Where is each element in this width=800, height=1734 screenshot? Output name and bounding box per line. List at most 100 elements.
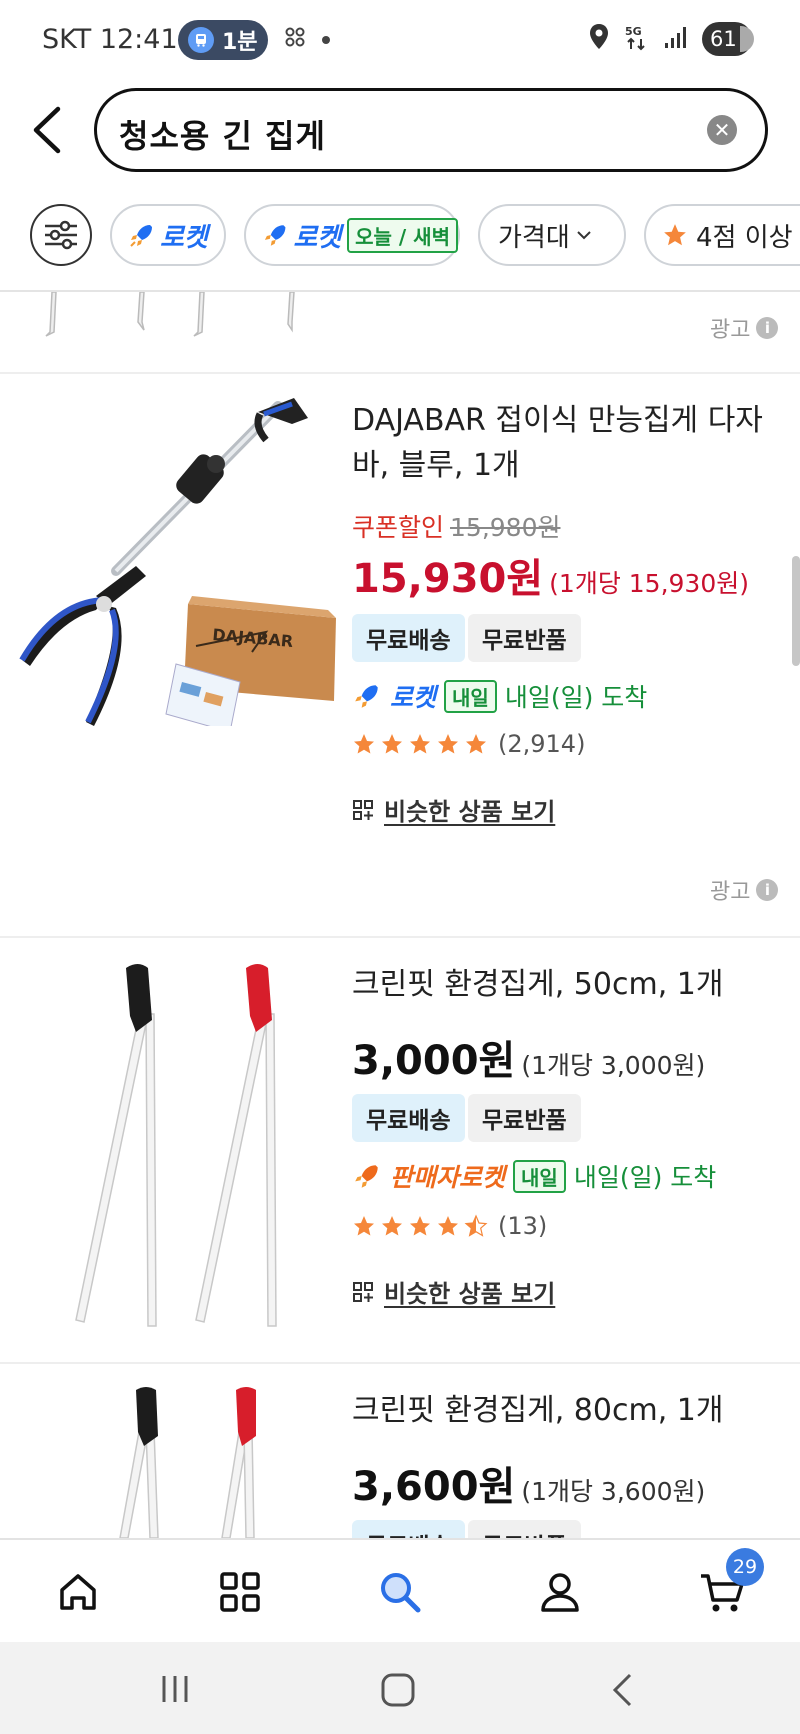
chip-rocket-today[interactable]: 로켓 오늘 / 새벽 xyxy=(244,204,460,266)
similar-products-link[interactable]: 비슷한 상품 보기 xyxy=(352,792,555,827)
nav-cart[interactable]: 29 xyxy=(692,1548,764,1622)
star-icon xyxy=(410,1216,430,1236)
scrollbar[interactable] xyxy=(792,556,800,666)
back-icon xyxy=(612,1673,632,1707)
price-line: 3,000원 (1개당 3,000원) xyxy=(352,1028,705,1086)
product-image[interactable]: DAJABAR xyxy=(16,396,336,733)
original-price: 15,980원 xyxy=(450,513,561,542)
product-title[interactable]: DAJABAR 접이식 만능집게 다자바, 블루, 1개 xyxy=(352,398,772,488)
clear-search-icon[interactable]: ✕ xyxy=(707,115,737,145)
product-price: 3,000원 xyxy=(352,1038,516,1084)
chevron-down-icon xyxy=(577,231,591,240)
similar-icon xyxy=(353,1281,373,1302)
home-icon xyxy=(60,1574,96,1610)
product-price: 15,930원 xyxy=(352,556,544,602)
free-shipping-badge: 무료배송 xyxy=(352,1094,465,1142)
free-shipping-badge: 무료배송 xyxy=(352,614,465,662)
free-return-badge: 무료반품 xyxy=(468,1094,581,1142)
ad-label: 광고 i xyxy=(710,312,779,344)
unit-price: (1개당 3,000원) xyxy=(521,1051,706,1080)
star-icon xyxy=(664,224,686,246)
app-grid-icon xyxy=(284,26,308,58)
nav-my-account[interactable] xyxy=(530,1562,590,1622)
list-divider xyxy=(0,936,800,938)
back-button[interactable] xyxy=(28,105,68,155)
delivery-brand: 로켓 xyxy=(390,683,437,712)
review-count: (13) xyxy=(498,1212,548,1240)
partial-product-image[interactable] xyxy=(40,291,320,344)
sliders-icon xyxy=(45,220,77,250)
arrival-date: 내일(일) 도착 xyxy=(573,1163,717,1192)
similar-icon xyxy=(353,799,373,820)
star-icon xyxy=(354,1216,374,1236)
chip-rocket-today-label: 로켓 xyxy=(293,222,342,253)
price-line: 15,930원 (1개당 15,930원) xyxy=(352,546,749,604)
5g-icon: 5G xyxy=(624,23,650,55)
rocket-icon xyxy=(130,225,152,247)
chip-rating-label: 4점 이상 xyxy=(696,222,793,253)
recent-apps-button[interactable] xyxy=(158,1672,192,1710)
similar-products-link[interactable]: 비슷한 상품 보기 xyxy=(352,1274,555,1309)
similar-products-label: 비슷한 상품 보기 xyxy=(384,1280,556,1308)
status-bar: SKT 12:41 1분 5G 61 xyxy=(0,0,800,84)
delivery-info: 판매자로켓 내일 내일(일) 도착 xyxy=(352,1158,716,1194)
list-divider xyxy=(0,1362,800,1364)
star-icon xyxy=(382,734,402,754)
location-icon xyxy=(588,23,610,55)
categories-icon xyxy=(220,1572,260,1612)
product-image[interactable] xyxy=(56,960,296,1334)
info-icon[interactable]: i xyxy=(756,317,779,339)
chip-today-tag: 오늘 / 새벽 xyxy=(347,217,458,253)
product-title[interactable]: 크린핏 환경집게, 80cm, 1개 xyxy=(352,1388,772,1433)
bottom-nav: 29 xyxy=(0,1538,800,1642)
info-icon[interactable]: i xyxy=(756,879,779,901)
chip-rocket[interactable]: 로켓 xyxy=(110,204,226,266)
delivery-brand: 판매자로켓 xyxy=(390,1163,506,1192)
transit-label: 1분 xyxy=(222,30,258,55)
rating-row: (13) xyxy=(352,1212,547,1240)
filter-chip-bar: 로켓 로켓 오늘 / 새벽 가격대 4점 이상 xyxy=(30,204,800,266)
rocket-icon xyxy=(264,225,286,246)
ad-label-text: 광고 xyxy=(710,318,751,343)
chip-price-label: 가격대 xyxy=(498,222,570,253)
home-system-button[interactable] xyxy=(380,1672,416,1712)
star-half-icon xyxy=(464,1214,488,1237)
search-input[interactable]: 청소용 긴 집게 ✕ xyxy=(94,88,768,172)
star-icon xyxy=(438,1216,458,1236)
unit-price: (1개당 15,930원) xyxy=(549,569,749,598)
arrival-date: 내일(일) 도착 xyxy=(504,683,648,712)
battery-indicator: 61 xyxy=(702,22,754,56)
battery-level: 61 xyxy=(710,27,737,51)
list-divider xyxy=(0,372,800,374)
search-icon xyxy=(381,1573,421,1613)
star-icon xyxy=(354,734,374,754)
recent-apps-icon xyxy=(162,1676,188,1702)
ad-label-text: 광고 xyxy=(710,880,751,905)
chip-price-range[interactable]: 가격대 xyxy=(478,204,626,266)
system-back-button[interactable] xyxy=(610,1672,636,1712)
notification-dot xyxy=(322,36,330,44)
product-price: 3,600원 xyxy=(352,1464,516,1510)
rating-row: (2,914) xyxy=(352,730,585,758)
system-nav-bar xyxy=(0,1642,800,1734)
chip-rating[interactable]: 4점 이상 xyxy=(644,204,800,266)
nav-search[interactable] xyxy=(370,1562,430,1622)
home-square-icon xyxy=(381,1673,415,1707)
product-image[interactable] xyxy=(90,1386,290,1542)
free-return-badge: 무료반품 xyxy=(468,614,581,662)
nav-home[interactable] xyxy=(48,1562,108,1622)
product-title[interactable]: 크린핏 환경집게, 50cm, 1개 xyxy=(352,962,772,1007)
carrier-time: SKT 12:41 xyxy=(42,24,178,55)
star-icon xyxy=(382,1216,402,1236)
rocket-icon xyxy=(355,1165,378,1188)
coupon-label: 쿠폰할인 xyxy=(352,513,445,542)
nav-categories[interactable] xyxy=(210,1562,270,1622)
similar-products-label: 비슷한 상품 보기 xyxy=(384,798,556,826)
review-count: (2,914) xyxy=(498,730,586,758)
ad-label: 광고 i xyxy=(710,874,779,906)
star-icon xyxy=(410,734,430,754)
search-query: 청소용 긴 집게 xyxy=(119,117,326,155)
chip-rocket-label: 로켓 xyxy=(160,222,208,253)
bus-icon xyxy=(188,27,214,53)
filter-settings-button[interactable] xyxy=(30,204,92,266)
